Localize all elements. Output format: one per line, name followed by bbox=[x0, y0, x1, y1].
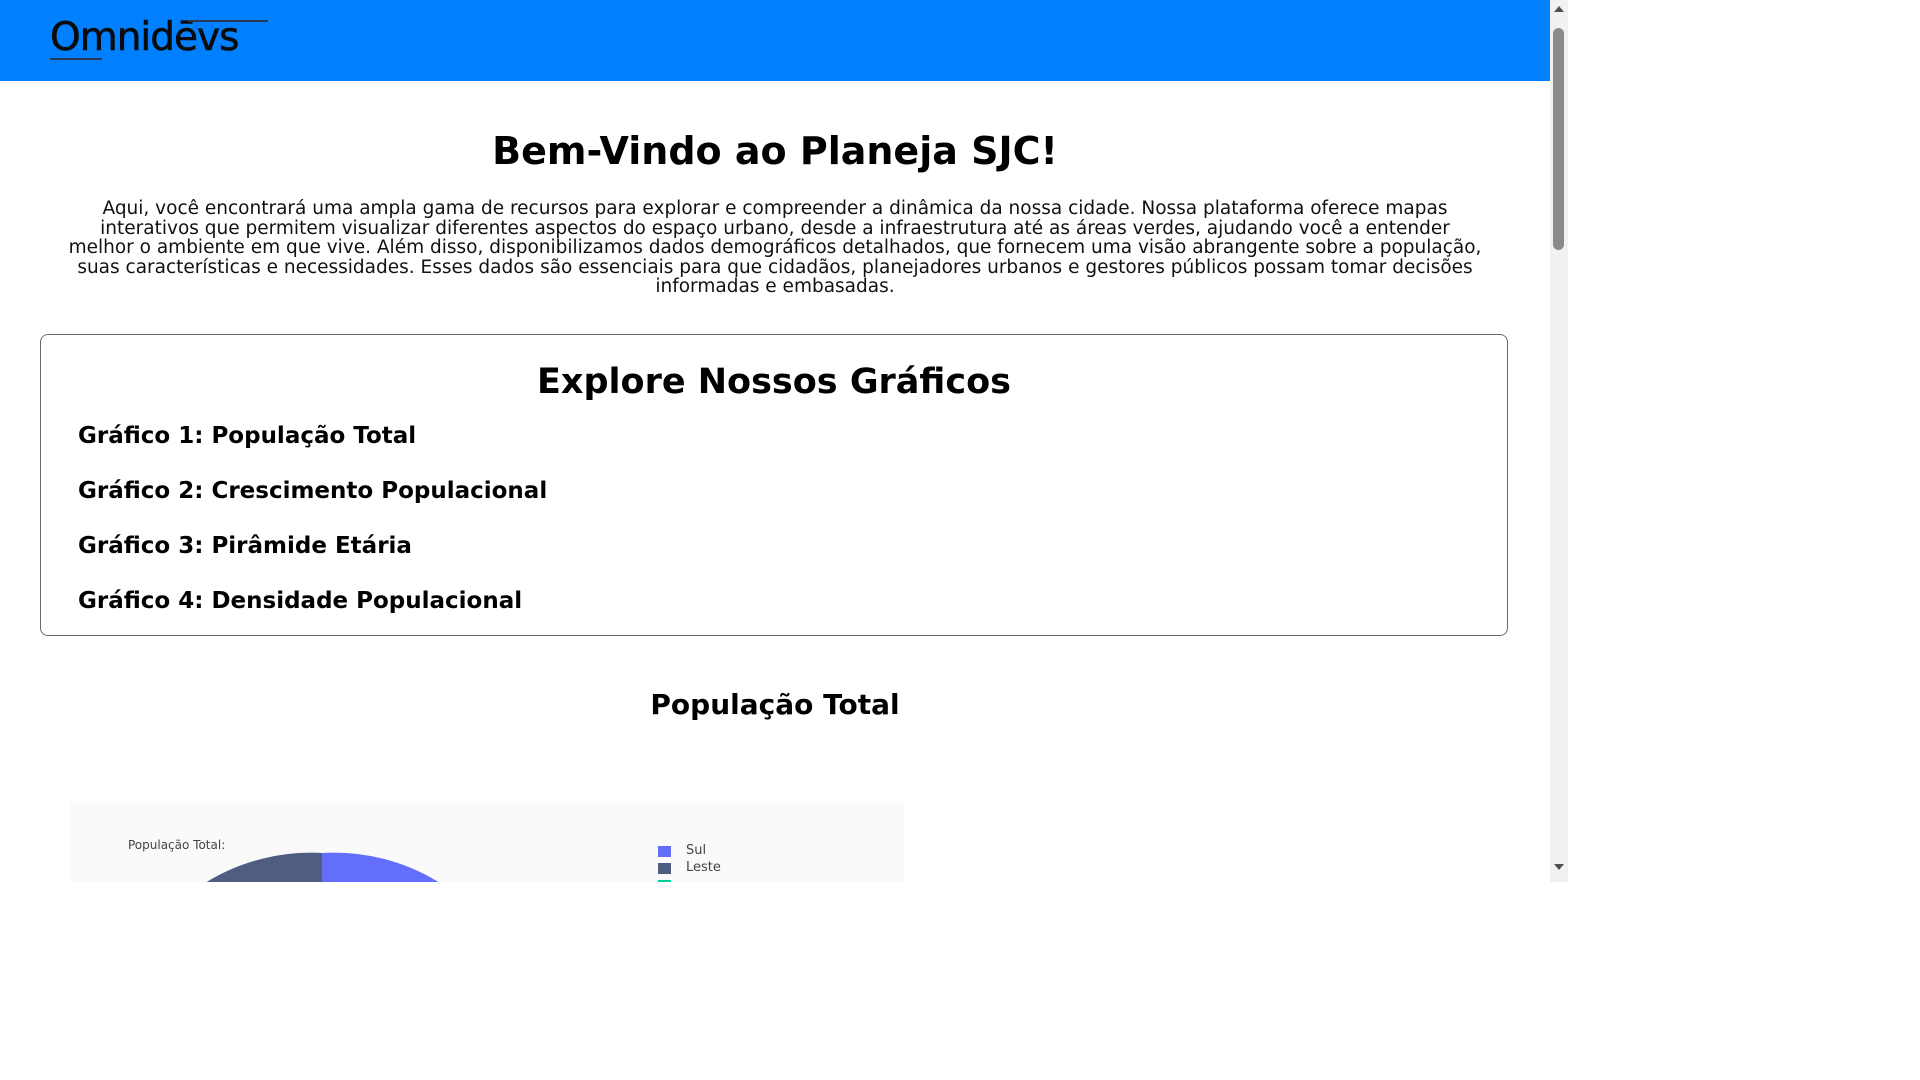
scrollbar-thumb[interactable] bbox=[1553, 28, 1564, 250]
graphs-card-title: Explore Nossos Gráficos bbox=[536, 362, 1011, 402]
pie-slice-sul-arc[interactable] bbox=[322, 852, 440, 882]
population-pie-chart[interactable]: População Total: Sul Leste bbox=[70, 803, 904, 882]
legend-label: Leste bbox=[686, 860, 721, 875]
graph-link-densidade-populacional[interactable]: Gráfico 4: Densidade Populacional bbox=[78, 586, 522, 616]
main-content: Bem-Vindo ao Planeja SJC! Aqui, você enc… bbox=[0, 81, 1550, 882]
top-header: Omnidēvs bbox=[0, 0, 1550, 81]
section-title-populacao-total: População Total bbox=[650, 688, 900, 721]
scroll-up-arrow-icon[interactable] bbox=[1554, 6, 1564, 12]
logo-decoration-bottom bbox=[50, 58, 102, 60]
pie-slice-leste[interactable] bbox=[205, 852, 322, 882]
graphs-card: Explore Nossos Gráficos Gráfico 1: Popul… bbox=[40, 334, 1508, 636]
scroll-down-arrow-icon[interactable] bbox=[1554, 864, 1564, 870]
legend-swatch-sul bbox=[658, 846, 671, 857]
graph-link-populacao-total[interactable]: Gráfico 1: População Total bbox=[78, 421, 416, 451]
graph-link-crescimento-populacional[interactable]: Gráfico 2: Crescimento Populacional bbox=[78, 476, 547, 506]
legend-label: Sul bbox=[686, 843, 707, 858]
legend-swatch-partial bbox=[658, 880, 671, 882]
page: Omnidēvs Bem-Vindo ao Planeja SJC! Aqui,… bbox=[0, 0, 1568, 882]
graph-link-piramide-etaria[interactable]: Gráfico 3: Pirâmide Etária bbox=[78, 531, 412, 561]
welcome-description: Aqui, você encontrará uma ampla gama de … bbox=[68, 198, 1482, 298]
logo-decoration-top bbox=[188, 20, 268, 22]
legend-swatch-leste bbox=[658, 863, 671, 874]
pie-chart-svg bbox=[205, 852, 440, 882]
vertical-scrollbar[interactable] bbox=[1550, 0, 1568, 882]
welcome-title: Bem-Vindo ao Planeja SJC! bbox=[492, 129, 1058, 173]
